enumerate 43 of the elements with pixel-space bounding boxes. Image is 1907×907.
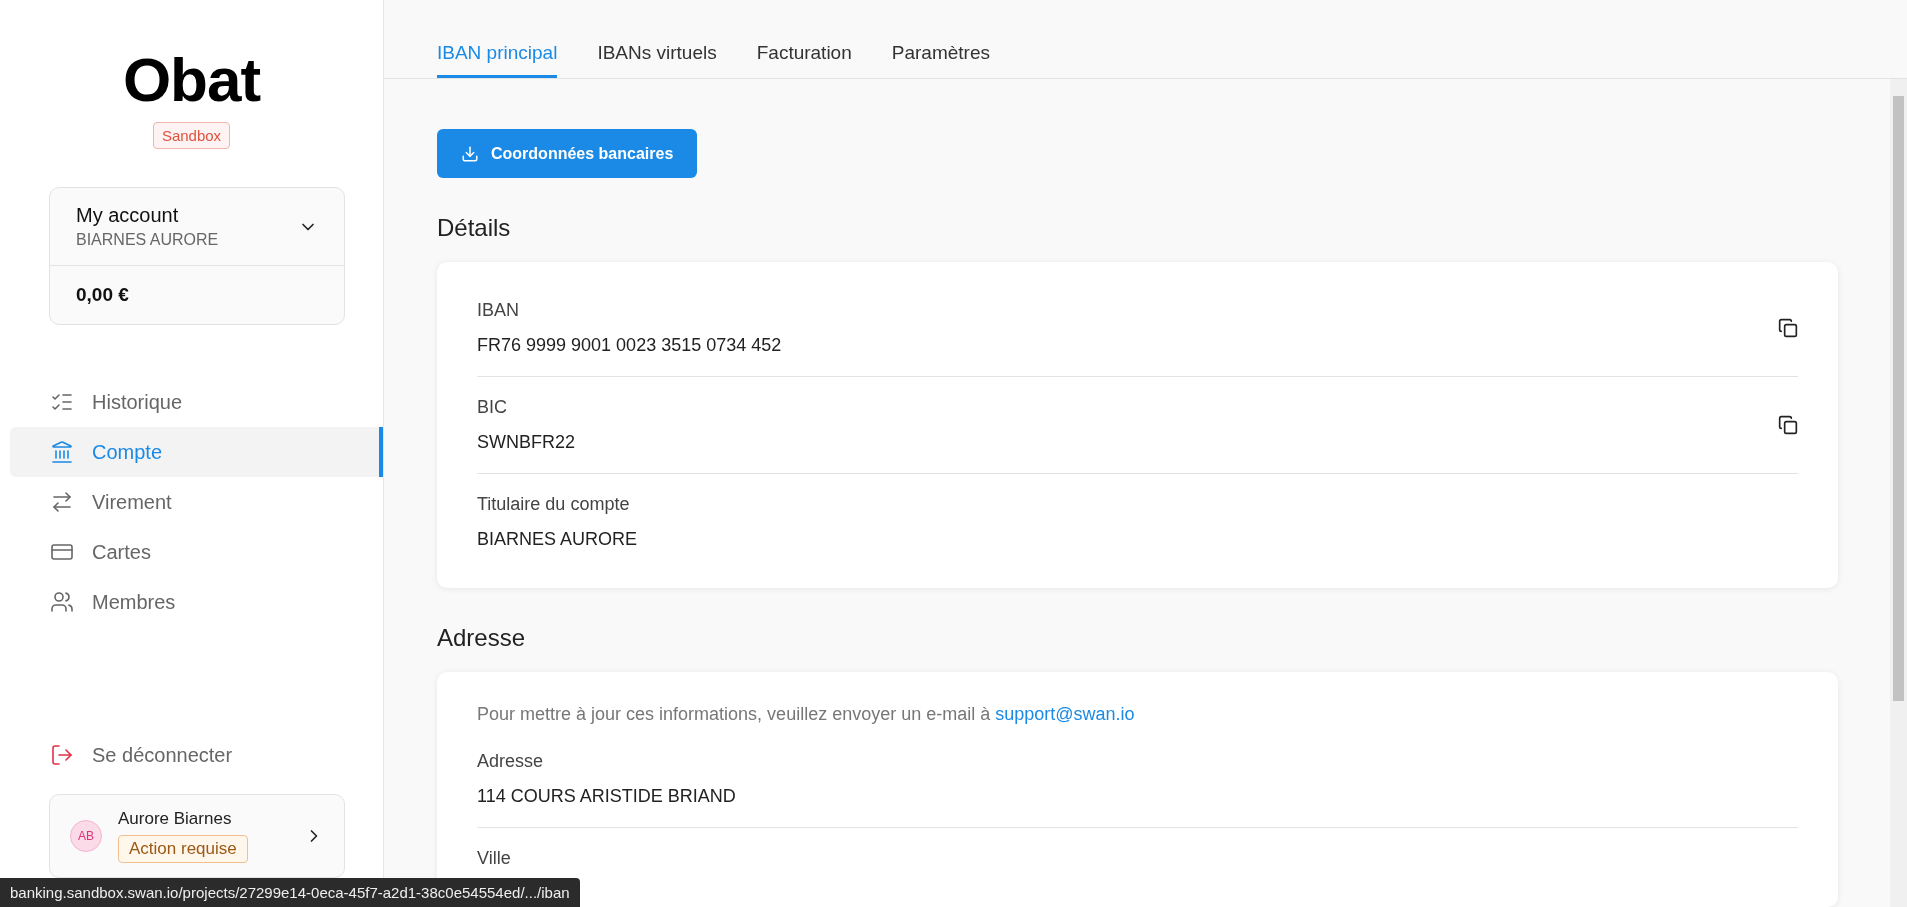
logout-icon	[50, 743, 74, 767]
transfer-icon	[50, 490, 74, 514]
field-value: FR76 9999 9001 0023 3515 0734 452	[477, 335, 782, 356]
field-value: BIARNES AURORE	[477, 529, 638, 550]
sidebar-item[interactable]: Historique	[10, 377, 383, 427]
copy-icon[interactable]	[1778, 415, 1798, 435]
section-heading: Adresse	[437, 624, 527, 652]
tab[interactable]: Facturation	[756, 42, 852, 78]
url-tooltip: banking.sandbox.swan.io/projects/27299e14-0eca-45f7-a2d1-38c0e54554ed/.../iban	[0, 878, 580, 907]
field-value: 114 COURS ARISTIDE BRIAND	[477, 786, 736, 807]
avatar: AB	[70, 820, 102, 852]
email-link[interactable]: support@swan.io	[995, 704, 1135, 724]
account-holder: BIARNES AURORE	[76, 231, 219, 249]
account-balance: 0,00 €	[75, 283, 130, 307]
sidebar-item[interactable]: Cartes	[10, 527, 383, 577]
user-card[interactable]: AB Aurore Biarnes Action requise	[49, 794, 345, 878]
download-button[interactable]: Coordonnées bancaires	[437, 129, 698, 178]
environment-badge: Sandbox	[152, 122, 231, 149]
tab[interactable]: IBANs virtuels	[597, 42, 717, 78]
section-heading: Détails	[437, 214, 512, 242]
account-title: My account	[76, 204, 180, 227]
logout-link[interactable]: Se déconnecter	[0, 730, 383, 780]
sidebar-item[interactable]: Membres	[10, 577, 383, 627]
tab[interactable]: IBAN principal	[437, 42, 558, 78]
field-label: Adresse	[477, 751, 545, 772]
notice-text: Pour mettre à jour ces informations, veuillez envoyer un e-mail à support@swan.io	[477, 703, 1136, 726]
tab[interactable]: Paramètres	[891, 42, 990, 78]
copy-icon[interactable]	[1778, 318, 1798, 338]
members-icon	[50, 590, 74, 614]
status-badge: Action requise	[118, 835, 248, 863]
scrollbar-thumb[interactable]	[1893, 96, 1904, 701]
field-label: Titulaire du compte	[477, 494, 631, 515]
sidebar-item[interactable]: Compte	[10, 427, 383, 477]
user-name: Aurore Biarnes	[118, 809, 233, 829]
sidebar-item[interactable]: Virement	[10, 477, 383, 527]
bank-icon	[50, 440, 74, 464]
download-icon	[461, 144, 479, 163]
field-label: IBAN	[477, 300, 520, 321]
field-label: BIC	[477, 397, 508, 418]
account-card[interactable]: My account BIARNES AURORE 0,00 €	[49, 187, 345, 325]
field-label: Ville	[477, 848, 511, 869]
field-value: SWNBFR22	[477, 432, 575, 453]
logo: Obat	[122, 50, 261, 110]
